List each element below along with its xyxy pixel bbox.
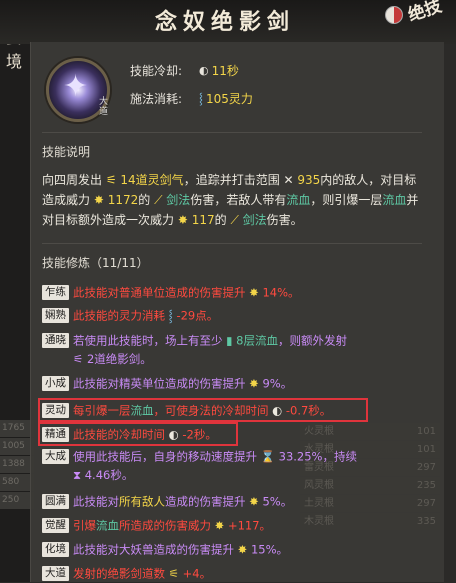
mod-text: 此技能的灵力消耗 xyxy=(73,308,169,323)
mod-text: 流血 xyxy=(96,518,119,533)
bg-stat: 580 xyxy=(0,474,34,491)
mod-row: 乍练 此技能对普通单位造成的伤害提升 ✸ 14%。 xyxy=(42,283,427,302)
mod-text: 14%。 xyxy=(262,285,300,300)
mod-text: ✸ xyxy=(249,285,263,300)
mod-badge: 娴熟 xyxy=(42,308,69,323)
mod-text: -29点。 xyxy=(176,308,219,323)
power-icon: ✸ xyxy=(90,193,108,207)
mod-badge: 乍练 xyxy=(42,285,69,300)
cooldown-label: 技能冷却: xyxy=(130,63,183,78)
bg-stat: 1388 xyxy=(0,456,34,473)
mod-text: ✸ xyxy=(214,518,228,533)
mod-row: 大成 使用此技能后，自身的移动速度提升 ⌛ 33.25%，持续 ⧗ 4.46秒。 xyxy=(42,447,427,484)
sword-icon: ⟋ xyxy=(226,213,243,227)
cooldown-value: 11秒 xyxy=(211,63,239,78)
cost-row: 施法消耗: ⸾ 105灵力 xyxy=(130,88,253,108)
bg-stat: 250 xyxy=(0,492,34,509)
mod-row: 大道 发射的绝影剑道数 ⚟ +4。 xyxy=(42,564,427,583)
realm-char: 境 xyxy=(5,52,22,71)
cooldown-row: 技能冷却: ◐ 11秒 xyxy=(130,60,239,80)
highlight-box xyxy=(38,422,238,446)
mod-text: +4。 xyxy=(182,566,212,581)
ultimate-badge: 绝技 xyxy=(405,0,445,26)
mod-text: ⚟ 2道绝影剑。 xyxy=(73,351,152,366)
mod-text: 所造成的伤害威力 xyxy=(119,518,215,533)
mod-text: 此技能对 xyxy=(73,494,119,509)
skill-rank-tag: 大道 xyxy=(99,97,109,117)
mod-row: 娴熟 此技能的灵力消耗 ⸾ -29点。 xyxy=(42,306,427,325)
bg-stat: 1765 xyxy=(0,420,34,437)
mod-text: ▮ 8层流血 xyxy=(226,333,278,348)
mod-badge: 通晓 xyxy=(42,333,69,348)
mod-text: 此技能对精英单位造成的伤害提升 xyxy=(73,376,250,391)
clock-icon: ◐ xyxy=(199,63,209,77)
cost-label: 施法消耗: xyxy=(130,91,183,106)
mod-text: 使用此技能后，自身的移动速度提升 xyxy=(73,449,261,464)
mod-text: ✸ xyxy=(237,542,251,557)
background-left-stats: 1765 1005 1388 580 250 xyxy=(0,420,34,510)
skill-description: 向四周发出 ⚟ 14道灵剑气，追踪并打击范围 ✕ 935内的敌人，对目标造成威力… xyxy=(42,173,419,227)
mod-text: 此技能对普通单位造成的伤害提升 xyxy=(73,285,250,300)
mod-badge: 化境 xyxy=(42,542,69,557)
mod-text: 5%。 xyxy=(262,494,293,509)
mod-row: 觉醒 引爆流血所造成的伤害威力 ✸ +117。 xyxy=(42,516,427,535)
mana-icon: ⸾ xyxy=(199,91,203,105)
mod-row: 通晓 若使用此技能时，场上有至少 ▮ 8层流血，则额外发射 ⚟ 2道绝影剑。 xyxy=(42,331,427,368)
power-icon: ✸ xyxy=(174,213,192,227)
mod-text: ，持续 xyxy=(322,449,357,464)
cost-value: 105灵力 xyxy=(206,91,253,106)
bg-stat: 1005 xyxy=(0,438,34,455)
mod-text: 若使用此技能时，场上有至少 xyxy=(73,333,227,348)
mod-text: 造成的伤害提升 xyxy=(165,494,250,509)
mod-badge: 圆满 xyxy=(42,494,69,509)
mod-text: ✸ xyxy=(249,494,263,509)
mod-text: 引爆 xyxy=(73,518,96,533)
mod-text: ✸ xyxy=(249,376,263,391)
mods-title: 技能修炼（11/11） xyxy=(42,256,149,270)
skill-title: 念奴绝影剑 xyxy=(154,9,295,35)
mod-text: 9%。 xyxy=(262,376,293,391)
mod-badge: 大道 xyxy=(42,566,69,581)
mod-text: ⌛ 33.25% xyxy=(260,449,323,464)
divider xyxy=(42,243,422,244)
sword-icon: ⟋ xyxy=(150,193,167,207)
mod-text: 所有敌人 xyxy=(119,494,165,509)
mod-text: ，则额外发射 xyxy=(277,333,347,348)
star-burst-icon: ✦ xyxy=(63,69,89,104)
mod-badge: 觉醒 xyxy=(42,518,69,533)
mod-text: ⚟ xyxy=(168,566,183,581)
mod-text: 15%。 xyxy=(250,542,289,557)
mod-badge: 小成 xyxy=(42,376,69,391)
mod-row: 圆满 此技能对所有敌人造成的伤害提升 ✸ 5%。 xyxy=(42,492,427,511)
mod-text: ⧗ 4.46秒。 xyxy=(73,467,134,482)
header-bar: 念奴绝影剑 绝技 xyxy=(0,0,456,44)
divider xyxy=(42,132,422,133)
mod-text: 发射的绝影剑道数 xyxy=(73,566,169,581)
mod-text: +117。 xyxy=(227,518,272,533)
mod-row: 化境 此技能对大妖兽造成的伤害提升 ✸ 15%。 xyxy=(42,540,427,559)
range-icon: ✕ xyxy=(279,173,298,187)
description-title: 技能说明 xyxy=(42,145,91,159)
mod-line2: ⚟ 2道绝影剑。 xyxy=(42,350,427,368)
mod-row: 小成 此技能对精英单位造成的伤害提升 ✸ 9%。 xyxy=(42,374,427,393)
qi-icon: ⚟ xyxy=(102,173,121,187)
yin-yang-icon[interactable] xyxy=(385,6,403,24)
mod-badge: 大成 xyxy=(42,449,69,464)
highlight-box xyxy=(38,398,368,422)
mod-text: 此技能对大妖兽造成的伤害提升 xyxy=(73,542,238,557)
skill-icon: ✦ 大道 xyxy=(46,58,110,122)
mod-line2: ⧗ 4.46秒。 xyxy=(42,466,427,484)
